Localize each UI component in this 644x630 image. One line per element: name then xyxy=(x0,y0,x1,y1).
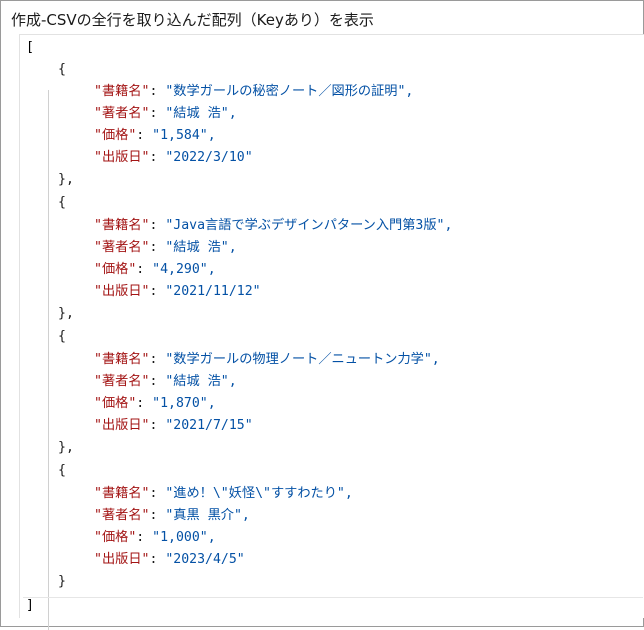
field-value: "4,290", xyxy=(152,262,216,277)
field-value: "2021/7/15" xyxy=(165,418,253,433)
field-key: "著者名" xyxy=(94,106,150,121)
field-key: "価格" xyxy=(94,262,137,277)
field-value: "結城 浩", xyxy=(165,240,237,255)
field-key: "書籍名" xyxy=(94,486,150,501)
field-key: "価格" xyxy=(94,396,137,411)
record-field: "価格": "1,870", xyxy=(94,396,216,411)
record-close-brace: }, xyxy=(58,306,74,321)
panel-title: 作成-CSVの全行を取り込んだ配列（Keyあり）を表示 xyxy=(11,11,374,29)
record-field: "書籍名": "進め！\"妖怪\"すすわたり", xyxy=(94,486,353,501)
json-code: [ { "書籍名": "数学ガールの秘密ノート／図形の証明", "著者名": "… xyxy=(20,35,452,620)
record-field: "書籍名": "数学ガールの物理ノート／ニュートン力学", xyxy=(94,352,440,367)
field-value: "結城 浩", xyxy=(165,374,237,389)
field-value: "数学ガールの物理ノート／ニュートン力学", xyxy=(165,352,440,367)
record-open-brace: { xyxy=(58,195,66,210)
record-field: "著者名": "結城 浩", xyxy=(94,106,237,121)
field-value: "真黒 黒介", xyxy=(165,508,250,523)
field-value: "進め！\"妖怪\"すすわたり", xyxy=(165,486,353,501)
field-key: "出版日" xyxy=(94,418,150,433)
record-open-brace: { xyxy=(58,463,66,478)
field-key: "著者名" xyxy=(94,508,150,523)
field-value: "Java言語で学ぶデザインパターン入門第3版", xyxy=(165,218,453,233)
record-field: "著者名": "真黒 黒介", xyxy=(94,508,250,523)
record-close-brace: }, xyxy=(58,440,74,455)
field-value: "2021/11/12" xyxy=(165,284,261,299)
record-field: "価格": "1,000", xyxy=(94,530,216,545)
field-value: "数学ガールの秘密ノート／図形の証明", xyxy=(165,84,414,99)
record-close-brace: } xyxy=(58,574,66,589)
open-bracket: [ xyxy=(26,40,34,55)
record-field: "出版日": "2021/11/12" xyxy=(94,284,261,299)
field-value: "結城 浩", xyxy=(165,106,237,121)
field-key: "価格" xyxy=(94,128,137,143)
field-key: "書籍名" xyxy=(94,352,150,367)
record-field: "価格": "1,584", xyxy=(94,128,216,143)
json-output-panel[interactable]: [ { "書籍名": "数学ガールの秘密ノート／図形の証明", "著者名": "… xyxy=(19,34,644,630)
field-value: "1,870", xyxy=(152,396,216,411)
record-open-brace: { xyxy=(58,62,66,77)
record-close-brace: }, xyxy=(58,172,74,187)
field-key: "出版日" xyxy=(94,284,150,299)
record-open-brace: { xyxy=(58,329,66,344)
record-field: "出版日": "2022/3/10" xyxy=(94,150,253,165)
window-frame: 作成-CSVの全行を取り込んだ配列（Keyあり）を表示 [ { "書籍名": "… xyxy=(0,0,644,630)
close-bracket: ] xyxy=(26,598,34,613)
record-field: "著者名": "結城 浩", xyxy=(94,240,237,255)
record-field: "書籍名": "Java言語で学ぶデザインパターン入門第3版", xyxy=(94,218,453,233)
field-key: "出版日" xyxy=(94,552,150,567)
field-value: "2022/3/10" xyxy=(165,150,253,165)
field-value: "1,584", xyxy=(152,128,216,143)
field-key: "書籍名" xyxy=(94,84,150,99)
field-value: "2023/4/5" xyxy=(165,552,245,567)
record-field: "出版日": "2021/7/15" xyxy=(94,418,253,433)
record-field: "著者名": "結城 浩", xyxy=(94,374,237,389)
field-key: "価格" xyxy=(94,530,137,545)
field-key: "書籍名" xyxy=(94,218,150,233)
record-field: "価格": "4,290", xyxy=(94,262,216,277)
field-key: "著者名" xyxy=(94,374,150,389)
panel-bottom-divider xyxy=(23,597,643,598)
field-value: "1,000", xyxy=(152,530,216,545)
record-field: "出版日": "2023/4/5" xyxy=(94,552,245,567)
record-field: "書籍名": "数学ガールの秘密ノート／図形の証明", xyxy=(94,84,414,99)
field-key: "出版日" xyxy=(94,150,150,165)
field-key: "著者名" xyxy=(94,240,150,255)
